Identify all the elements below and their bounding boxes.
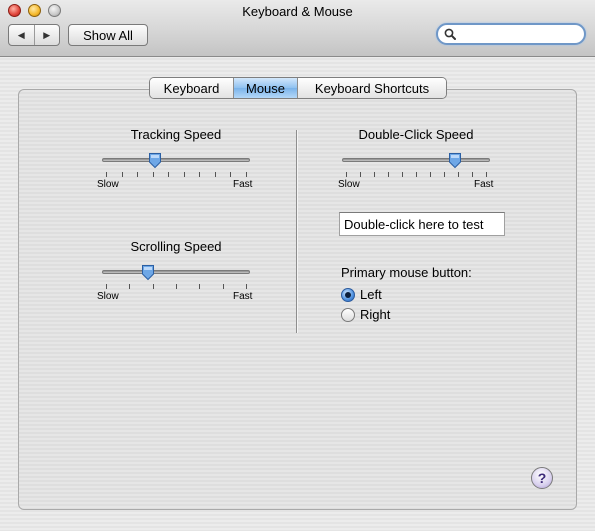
slider-tick-mark — [430, 172, 431, 177]
slider-tick-mark — [246, 172, 247, 177]
double-click-speed-fast-label: Fast — [474, 179, 494, 190]
tab-mouse[interactable]: Mouse — [234, 78, 298, 98]
slider-tick-mark — [129, 284, 131, 289]
tracking-speed-fast-label: Fast — [233, 179, 253, 190]
tracking-speed-knob[interactable] — [148, 152, 162, 169]
double-click-speed-knob[interactable] — [448, 152, 462, 169]
slider-tick-mark — [360, 172, 361, 177]
tab-bar: Keyboard Mouse Keyboard Shortcuts — [149, 77, 447, 99]
slider-tick-mark — [183, 172, 185, 177]
back-button[interactable]: ◀ — [9, 25, 35, 45]
scrolling-speed-track[interactable] — [102, 270, 250, 274]
slider-tick-mark — [152, 172, 154, 177]
slider-tick-mark — [246, 284, 247, 289]
slider-tick-mark — [458, 172, 459, 177]
forward-button[interactable]: ▶ — [35, 25, 60, 45]
slider-tick-mark — [230, 172, 232, 177]
slider-tick-mark — [199, 172, 201, 177]
primary-mouse-button-label: Primary mouse button: — [341, 265, 472, 280]
double-click-speed-slow-label: Slow — [338, 179, 360, 190]
slider-tick-mark — [106, 172, 107, 177]
help-button[interactable]: ? — [531, 467, 553, 489]
column-divider — [296, 130, 298, 333]
search-input[interactable] — [460, 26, 582, 44]
question-mark-icon: ? — [537, 470, 547, 486]
navigation-buttons: ◀ ▶ — [8, 24, 60, 46]
slider-tick-mark — [199, 284, 201, 289]
tracking-speed-slow-label: Slow — [97, 179, 119, 190]
search-field[interactable] — [436, 23, 586, 45]
search-icon — [444, 28, 456, 40]
scrolling-speed-knob[interactable] — [141, 264, 155, 281]
tab-keyboard-shortcuts[interactable]: Keyboard Shortcuts — [298, 78, 446, 98]
tracking-speed-track[interactable] — [102, 158, 250, 162]
right-radio-button[interactable] — [341, 307, 355, 322]
slider-tick-mark — [121, 172, 123, 177]
slider-tick-mark — [137, 172, 139, 177]
slider-tick-mark — [472, 172, 473, 177]
slider-tick-mark — [374, 172, 375, 177]
slider-tick-mark — [402, 172, 403, 177]
slider-tick-mark — [388, 172, 389, 177]
window-toolbar: Keyboard & Mouse ◀ ▶ Show All — [0, 0, 595, 57]
slider-tick-mark — [416, 172, 417, 177]
double-click-speed-label: Double-Click Speed — [358, 127, 474, 142]
slider-tick-mark — [106, 284, 107, 289]
left-radio-button[interactable] — [341, 287, 355, 302]
slider-tick-mark — [152, 284, 154, 289]
right-radio-label: Right — [360, 307, 391, 322]
show-all-button[interactable]: Show All — [68, 24, 148, 46]
double-click-test-area[interactable]: Double-click here to test — [339, 212, 505, 236]
scrolling-speed-label: Scrolling Speed — [130, 239, 222, 254]
double-click-speed-track[interactable] — [342, 158, 490, 162]
tab-keyboard[interactable]: Keyboard — [150, 78, 234, 98]
slider-tick-mark — [346, 172, 347, 177]
slider-tick-mark — [176, 284, 177, 289]
scrolling-speed-slow-label: Slow — [97, 291, 119, 302]
slider-tick-mark — [486, 172, 487, 177]
left-radio-label: Left — [360, 287, 382, 302]
forward-arrow-icon: ▶ — [43, 29, 51, 40]
window-title: Keyboard & Mouse — [242, 4, 353, 19]
back-arrow-icon: ◀ — [17, 29, 25, 40]
primary-button-right-option[interactable]: Right — [341, 307, 390, 322]
tracking-speed-label: Tracking Speed — [130, 127, 222, 142]
scrolling-speed-fast-label: Fast — [233, 291, 253, 302]
slider-tick-mark — [168, 172, 170, 177]
slider-tick-mark — [444, 172, 445, 177]
slider-tick-mark — [214, 172, 216, 177]
slider-tick-mark — [222, 284, 224, 289]
primary-button-left-option[interactable]: Left — [341, 287, 382, 302]
